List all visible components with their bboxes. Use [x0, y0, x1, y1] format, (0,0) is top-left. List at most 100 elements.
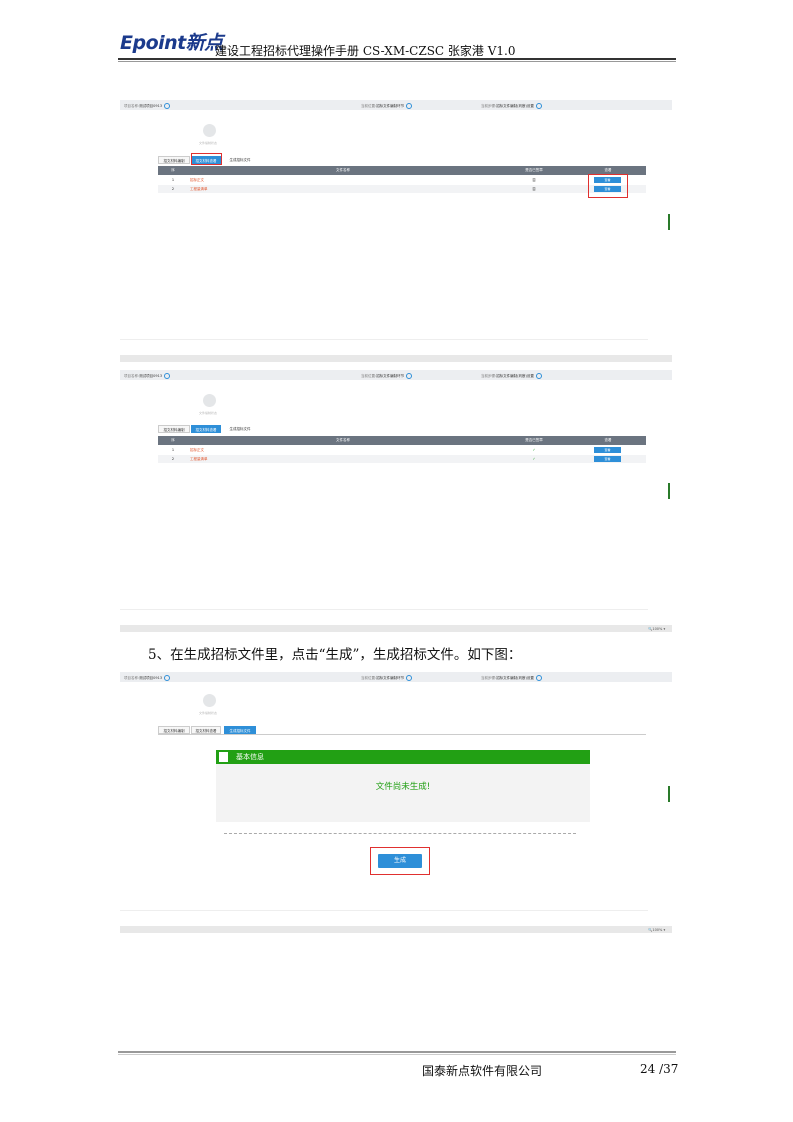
zoom-control[interactable]: 🔍100% ▾	[648, 627, 665, 631]
header-rule-thin	[118, 61, 676, 62]
table-row: 1 招标正文 ✓ 查看	[158, 446, 646, 454]
status-value: 招标文件编制(判断)设置	[496, 374, 534, 378]
project-value: 测试项目0913	[139, 676, 163, 680]
camera-icon	[203, 394, 216, 407]
horizontal-scrollbar[interactable]	[120, 926, 672, 933]
tab-material-view[interactable]: 招文材料查看	[191, 425, 221, 433]
tab-generate-file[interactable]: 生成招标文件	[224, 425, 256, 433]
eye-icon[interactable]	[535, 675, 542, 681]
refresh-icon[interactable]	[164, 373, 171, 379]
cam-label: 文件编制状态	[199, 711, 218, 715]
screenshot-2: 项目名称:测试项目0913 当前位置:招标文件编制环节 当前步骤:招标文件编制(…	[120, 370, 672, 632]
row-signed: 否	[532, 178, 536, 182]
status-label: 当前步骤:	[481, 676, 497, 680]
signed-check-icon: ✓	[532, 448, 536, 452]
scroll-indicator[interactable]	[668, 786, 670, 802]
table-header: 序 文件名称 是否已签章 查看	[158, 166, 646, 175]
info-bar: 项目名称:测试项目0913 当前位置:招标文件编制环节 当前步骤:招标文件编制(…	[120, 672, 672, 682]
col-no: 序	[171, 168, 175, 172]
col-signed: 是否已签章	[525, 168, 543, 172]
project-label: 项目名称:	[124, 374, 140, 378]
status-label: 当前步骤:	[481, 104, 497, 108]
info-bar: 项目名称:测试项目0913 当前位置:招标文件编制环节 当前步骤:招标文件编制(…	[120, 370, 672, 380]
location-value: 招标文件编制环节	[376, 676, 405, 680]
row-file-link[interactable]: 工程量清单	[190, 455, 208, 463]
col-signed: 是否已签章	[525, 438, 543, 442]
tab-material-view[interactable]: 招文材料查看	[191, 726, 221, 734]
view-button[interactable]: 查看	[594, 456, 621, 462]
status-value: 招标文件编制(判断)设置	[496, 676, 534, 680]
highlight-generate-button	[370, 847, 430, 875]
info-bar: 项目名称:测试项目0913 当前位置:招标文件编制环节 当前步骤:招标文件编制(…	[120, 100, 672, 110]
tab-material-edit[interactable]: 招文材料编制	[158, 726, 190, 734]
divider	[120, 609, 648, 610]
location-value: 招标文件编制环节	[376, 104, 405, 108]
location-label: 当前位置:	[361, 374, 377, 378]
row-no: 1	[171, 448, 175, 452]
col-no: 序	[171, 438, 175, 442]
header-rule	[118, 58, 676, 60]
table-row: 2 工程量清单 ✓ 查看	[158, 455, 646, 463]
project-label: 项目名称:	[124, 676, 140, 680]
signed-check-icon: ✓	[532, 457, 536, 461]
panel-header: 基本信息	[216, 750, 590, 764]
screenshot-1: 项目名称:测试项目0913 当前位置:招标文件编制环节 当前步骤:招标文件编制(…	[120, 100, 672, 362]
col-name: 文件名称	[336, 438, 350, 442]
user-icon	[219, 752, 228, 762]
tab-material-edit[interactable]: 招文材料编制	[158, 425, 190, 433]
document-title: 建设工程招标代理操作手册 CS-XM-CZSC 张家港 V1.0	[215, 44, 516, 58]
tab-material-edit[interactable]: 招文材料编制	[158, 156, 190, 164]
tab-generate-file[interactable]: 生成招标文件	[224, 156, 256, 164]
table-header: 序 文件名称 是否已签章 查看	[158, 436, 646, 445]
status-label: 当前步骤:	[481, 374, 497, 378]
tab-generate-file[interactable]: 生成招标文件	[224, 726, 256, 734]
company-name: 国泰新点软件有限公司	[422, 1064, 543, 1078]
eye-icon[interactable]	[535, 373, 542, 379]
recycle-icon[interactable]	[406, 675, 413, 681]
project-value: 测试项目0913	[139, 104, 163, 108]
divider	[120, 910, 648, 911]
location-value: 招标文件编制环节	[376, 374, 405, 378]
table-row: 1 招标正文 否 查看	[158, 176, 646, 184]
location-label: 当前位置:	[361, 104, 377, 108]
highlight-tab	[191, 153, 222, 165]
eye-icon[interactable]	[535, 103, 542, 109]
col-name: 文件名称	[336, 168, 350, 172]
highlight-view-buttons	[588, 174, 628, 198]
row-signed: 否	[532, 187, 536, 191]
col-view: 查看	[604, 438, 612, 442]
scroll-indicator[interactable]	[668, 483, 670, 499]
not-generated-message: 文件尚未生成!	[375, 782, 431, 792]
camera-icon	[203, 124, 216, 137]
panel-title: 基本信息	[236, 753, 264, 761]
recycle-icon[interactable]	[406, 373, 413, 379]
location-label: 当前位置:	[361, 676, 377, 680]
divider	[120, 339, 648, 340]
view-button[interactable]: 查看	[594, 447, 621, 453]
row-no: 2	[171, 187, 175, 191]
camera-icon	[203, 694, 216, 707]
horizontal-scrollbar[interactable]	[120, 625, 672, 632]
row-file-link[interactable]: 招标正文	[190, 446, 204, 454]
table-row: 2 工程量清单 否 查看	[158, 185, 646, 193]
project-label: 项目名称:	[124, 104, 140, 108]
cam-label: 文件编制状态	[199, 141, 218, 145]
zoom-control[interactable]: 🔍100% ▾	[648, 928, 665, 932]
refresh-icon[interactable]	[164, 103, 171, 109]
row-no: 1	[171, 178, 175, 182]
panel-body: 文件尚未生成!	[216, 764, 590, 822]
refresh-icon[interactable]	[164, 675, 171, 681]
cam-label: 文件编制状态	[199, 411, 218, 415]
epoint-logo: Epoint新点	[120, 32, 223, 54]
horizontal-scrollbar[interactable]	[120, 355, 672, 362]
row-file-link[interactable]: 工程量清单	[190, 185, 208, 193]
row-no: 2	[171, 457, 175, 461]
row-file-link[interactable]: 招标正文	[190, 176, 204, 184]
status-value: 招标文件编制(判断)设置	[496, 104, 534, 108]
project-value: 测试项目0913	[139, 374, 163, 378]
footer-rule-thin	[118, 1054, 676, 1055]
screenshot-3: 项目名称:测试项目0913 当前位置:招标文件编制环节 当前步骤:招标文件编制(…	[120, 672, 672, 936]
recycle-icon[interactable]	[406, 103, 413, 109]
tab-underline	[158, 734, 646, 735]
scroll-indicator[interactable]	[668, 214, 670, 230]
